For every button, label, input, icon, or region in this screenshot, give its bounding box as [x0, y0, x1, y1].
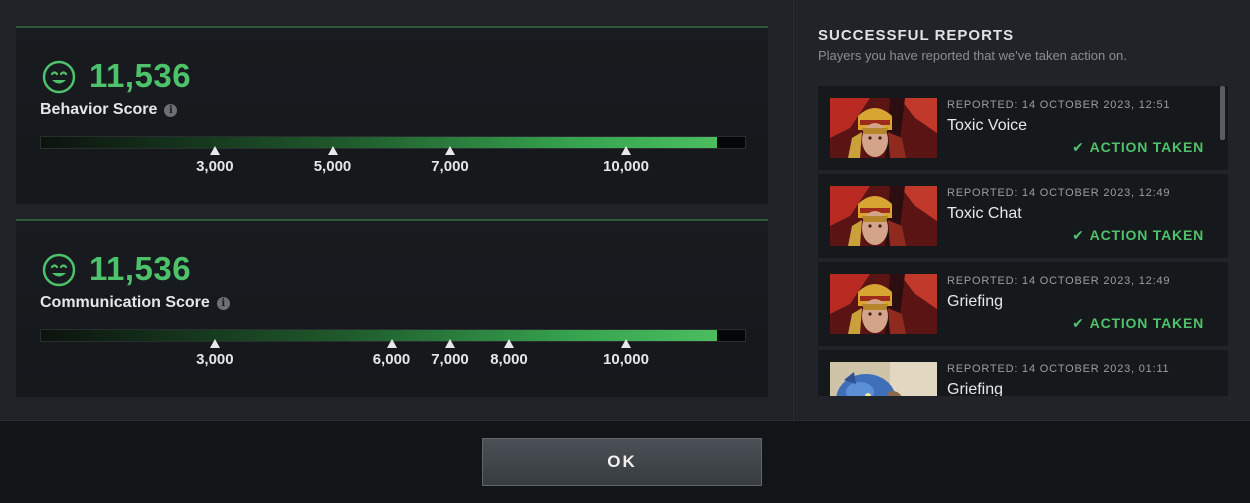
report-card[interactable]: REPORTED: 14 OCTOBER 2023, 12:51 Toxic V…: [818, 86, 1228, 170]
report-status-text: ACTION TAKEN: [1089, 139, 1204, 155]
marker-triangle-icon: [621, 339, 631, 348]
report-status-text: ACTION TAKEN: [1089, 315, 1204, 331]
smiley-icon: [42, 60, 76, 94]
checkmark-icon: ✔: [1072, 315, 1085, 331]
scores-panel: 11,536 Behavior Score i 3,000 5,000 7,000 10…: [0, 0, 792, 420]
smiley-icon: [42, 253, 76, 287]
behavior-score-label-text: Behavior Score: [40, 101, 158, 118]
marker-triangle-icon: [445, 146, 455, 155]
marker-triangle-icon: [504, 339, 514, 348]
marker-label: 3,000: [196, 351, 234, 368]
marker-triangle-icon: [621, 146, 631, 155]
info-icon[interactable]: i: [216, 297, 230, 310]
action-taken-status: ✔ ACTION TAKEN: [1072, 315, 1204, 332]
marker-label: 10,000: [603, 351, 649, 368]
report-card[interactable]: REPORTED: 14 OCTOBER 2023, 01:11 Griefin…: [818, 350, 1228, 396]
reports-scrollbar[interactable]: [1220, 86, 1225, 140]
reports-title: SUCCESSFUL REPORTS: [818, 27, 1015, 44]
communication-score-bar-fill: [41, 330, 717, 341]
behavior-score-card: 11,536 Behavior Score i 3,000 5,000 7,000 10…: [16, 26, 768, 204]
reports-subtitle: Players you have reported that we've tak…: [818, 48, 1127, 63]
report-date: REPORTED: 14 OCTOBER 2023, 01:11: [947, 363, 1170, 375]
report-card[interactable]: REPORTED: 14 OCTOBER 2023, 12:49 Toxic C…: [818, 174, 1228, 258]
marker-label: 3,000: [196, 158, 234, 175]
marker-label: 7,000: [431, 158, 469, 175]
marker-triangle-icon: [445, 339, 455, 348]
report-status-text: ACTION TAKEN: [1089, 227, 1204, 243]
hero-portrait-gold-helmet: [830, 98, 937, 158]
behavior-score-label: Behavior Score i: [40, 100, 178, 120]
report-date: REPORTED: 14 OCTOBER 2023, 12:51: [947, 99, 1171, 111]
dialog-footer: OK: [0, 420, 1250, 503]
ok-button[interactable]: OK: [482, 438, 762, 486]
report-card[interactable]: REPORTED: 14 OCTOBER 2023, 12:49 Griefin…: [818, 262, 1228, 346]
communication-score-card: 11,536 Communication Score i 3,000 6,000 7,…: [16, 219, 768, 397]
checkmark-icon: ✔: [1072, 139, 1085, 155]
behavior-score-bar: [40, 136, 746, 149]
marker-triangle-icon: [209, 339, 220, 348]
hero-portrait-gold-helmet: [830, 186, 937, 246]
communication-score-label: Communication Score i: [40, 293, 230, 313]
report-date: REPORTED: 14 OCTOBER 2023, 12:49: [947, 187, 1171, 199]
marker-label: 8,000: [490, 351, 528, 368]
marker-triangle-icon: [386, 339, 397, 348]
action-taken-status: ✔ ACTION TAKEN: [1072, 227, 1204, 244]
communication-score-value: 11,536: [89, 250, 192, 287]
behavior-score-value: 11,536: [89, 57, 192, 94]
reports-list[interactable]: REPORTED: 14 OCTOBER 2023, 12:51 Toxic V…: [818, 86, 1230, 396]
communication-score-label-text: Communication Score: [40, 294, 210, 311]
checkmark-icon: ✔: [1072, 227, 1085, 243]
marker-triangle-icon: [209, 146, 220, 155]
hero-portrait-blue-creature: [830, 362, 937, 396]
marker-label: 10,000: [603, 158, 649, 175]
marker-triangle-icon: [327, 146, 338, 155]
report-reason: Toxic Chat: [947, 205, 1022, 222]
behavior-score-bar-fill: [41, 137, 717, 148]
marker-label: 5,000: [313, 158, 352, 175]
info-icon[interactable]: i: [164, 104, 178, 117]
hero-portrait-gold-helmet: [830, 274, 937, 334]
report-date: REPORTED: 14 OCTOBER 2023, 12:49: [947, 275, 1171, 287]
report-reason: Griefing: [947, 293, 1004, 310]
action-taken-status: ✔ ACTION TAKEN: [1072, 139, 1204, 156]
successful-reports-panel: SUCCESSFUL REPORTS Players you have repo…: [793, 0, 1250, 420]
report-reason: Toxic Voice: [947, 117, 1028, 134]
report-reason: Griefing: [947, 381, 1004, 396]
